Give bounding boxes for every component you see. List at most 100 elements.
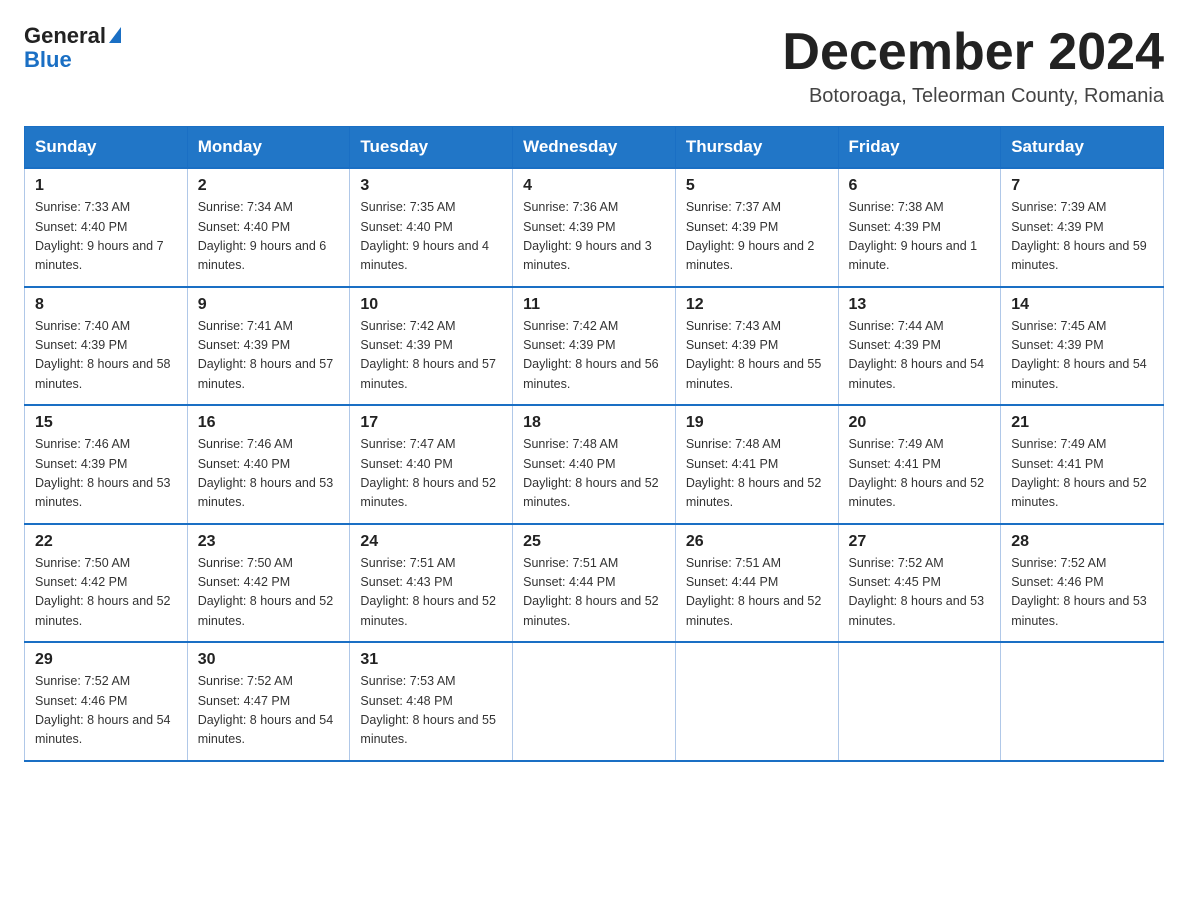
day-info: Sunrise: 7:52 AMSunset: 4:45 PMDaylight:… (849, 556, 985, 628)
logo: General Blue (24, 24, 121, 72)
day-info: Sunrise: 7:47 AMSunset: 4:40 PMDaylight:… (360, 437, 496, 509)
day-number: 29 (35, 651, 177, 669)
day-number: 31 (360, 651, 502, 669)
calendar-cell (838, 642, 1001, 761)
day-number: 17 (360, 414, 502, 432)
calendar-cell: 10 Sunrise: 7:42 AMSunset: 4:39 PMDaylig… (350, 287, 513, 406)
day-info: Sunrise: 7:44 AMSunset: 4:39 PMDaylight:… (849, 319, 985, 391)
calendar-cell: 29 Sunrise: 7:52 AMSunset: 4:46 PMDaylig… (25, 642, 188, 761)
calendar-cell: 2 Sunrise: 7:34 AMSunset: 4:40 PMDayligh… (187, 168, 350, 287)
day-info: Sunrise: 7:48 AMSunset: 4:41 PMDaylight:… (686, 437, 822, 509)
day-number: 20 (849, 414, 991, 432)
day-info: Sunrise: 7:41 AMSunset: 4:39 PMDaylight:… (198, 319, 334, 391)
calendar-cell (513, 642, 676, 761)
calendar-cell: 14 Sunrise: 7:45 AMSunset: 4:39 PMDaylig… (1001, 287, 1164, 406)
weekday-header-tuesday: Tuesday (350, 127, 513, 169)
day-info: Sunrise: 7:50 AMSunset: 4:42 PMDaylight:… (198, 556, 334, 628)
day-info: Sunrise: 7:35 AMSunset: 4:40 PMDaylight:… (360, 200, 489, 272)
weekday-header-monday: Monday (187, 127, 350, 169)
calendar-cell (675, 642, 838, 761)
calendar-cell: 3 Sunrise: 7:35 AMSunset: 4:40 PMDayligh… (350, 168, 513, 287)
day-number: 4 (523, 177, 665, 195)
day-info: Sunrise: 7:51 AMSunset: 4:43 PMDaylight:… (360, 556, 496, 628)
day-info: Sunrise: 7:37 AMSunset: 4:39 PMDaylight:… (686, 200, 815, 272)
calendar-cell: 22 Sunrise: 7:50 AMSunset: 4:42 PMDaylig… (25, 524, 188, 643)
day-info: Sunrise: 7:52 AMSunset: 4:46 PMDaylight:… (35, 674, 171, 746)
day-number: 15 (35, 414, 177, 432)
day-info: Sunrise: 7:48 AMSunset: 4:40 PMDaylight:… (523, 437, 659, 509)
calendar-cell: 31 Sunrise: 7:53 AMSunset: 4:48 PMDaylig… (350, 642, 513, 761)
day-info: Sunrise: 7:49 AMSunset: 4:41 PMDaylight:… (1011, 437, 1147, 509)
calendar-cell: 5 Sunrise: 7:37 AMSunset: 4:39 PMDayligh… (675, 168, 838, 287)
day-number: 11 (523, 296, 665, 314)
day-number: 1 (35, 177, 177, 195)
day-number: 25 (523, 533, 665, 551)
day-info: Sunrise: 7:42 AMSunset: 4:39 PMDaylight:… (360, 319, 496, 391)
weekday-header-wednesday: Wednesday (513, 127, 676, 169)
calendar-table: SundayMondayTuesdayWednesdayThursdayFrid… (24, 126, 1164, 762)
calendar-cell: 16 Sunrise: 7:46 AMSunset: 4:40 PMDaylig… (187, 405, 350, 524)
day-info: Sunrise: 7:51 AMSunset: 4:44 PMDaylight:… (523, 556, 659, 628)
calendar-cell (1001, 642, 1164, 761)
calendar-cell: 26 Sunrise: 7:51 AMSunset: 4:44 PMDaylig… (675, 524, 838, 643)
weekday-header-row: SundayMondayTuesdayWednesdayThursdayFrid… (25, 127, 1164, 169)
page-header: General Blue December 2024 Botoroaga, Te… (24, 24, 1164, 108)
title-block: December 2024 Botoroaga, Teleorman Count… (782, 24, 1164, 108)
day-number: 9 (198, 296, 340, 314)
calendar-cell: 1 Sunrise: 7:33 AMSunset: 4:40 PMDayligh… (25, 168, 188, 287)
calendar-week-row: 29 Sunrise: 7:52 AMSunset: 4:46 PMDaylig… (25, 642, 1164, 761)
calendar-cell: 8 Sunrise: 7:40 AMSunset: 4:39 PMDayligh… (25, 287, 188, 406)
weekday-header-friday: Friday (838, 127, 1001, 169)
weekday-header-saturday: Saturday (1001, 127, 1164, 169)
day-info: Sunrise: 7:39 AMSunset: 4:39 PMDaylight:… (1011, 200, 1147, 272)
calendar-cell: 28 Sunrise: 7:52 AMSunset: 4:46 PMDaylig… (1001, 524, 1164, 643)
day-number: 12 (686, 296, 828, 314)
day-info: Sunrise: 7:40 AMSunset: 4:39 PMDaylight:… (35, 319, 171, 391)
day-number: 10 (360, 296, 502, 314)
calendar-cell: 12 Sunrise: 7:43 AMSunset: 4:39 PMDaylig… (675, 287, 838, 406)
weekday-header-thursday: Thursday (675, 127, 838, 169)
day-info: Sunrise: 7:43 AMSunset: 4:39 PMDaylight:… (686, 319, 822, 391)
day-number: 8 (35, 296, 177, 314)
location-title: Botoroaga, Teleorman County, Romania (782, 85, 1164, 108)
calendar-cell: 20 Sunrise: 7:49 AMSunset: 4:41 PMDaylig… (838, 405, 1001, 524)
calendar-week-row: 1 Sunrise: 7:33 AMSunset: 4:40 PMDayligh… (25, 168, 1164, 287)
calendar-cell: 27 Sunrise: 7:52 AMSunset: 4:45 PMDaylig… (838, 524, 1001, 643)
month-title: December 2024 (782, 24, 1164, 81)
day-number: 28 (1011, 533, 1153, 551)
calendar-week-row: 15 Sunrise: 7:46 AMSunset: 4:39 PMDaylig… (25, 405, 1164, 524)
logo-blue-text: Blue (24, 48, 72, 72)
day-number: 22 (35, 533, 177, 551)
calendar-cell: 30 Sunrise: 7:52 AMSunset: 4:47 PMDaylig… (187, 642, 350, 761)
calendar-cell: 19 Sunrise: 7:48 AMSunset: 4:41 PMDaylig… (675, 405, 838, 524)
day-number: 24 (360, 533, 502, 551)
calendar-cell: 18 Sunrise: 7:48 AMSunset: 4:40 PMDaylig… (513, 405, 676, 524)
day-number: 5 (686, 177, 828, 195)
calendar-cell: 4 Sunrise: 7:36 AMSunset: 4:39 PMDayligh… (513, 168, 676, 287)
day-info: Sunrise: 7:50 AMSunset: 4:42 PMDaylight:… (35, 556, 171, 628)
day-info: Sunrise: 7:46 AMSunset: 4:39 PMDaylight:… (35, 437, 171, 509)
calendar-cell: 9 Sunrise: 7:41 AMSunset: 4:39 PMDayligh… (187, 287, 350, 406)
day-info: Sunrise: 7:34 AMSunset: 4:40 PMDaylight:… (198, 200, 327, 272)
calendar-cell: 23 Sunrise: 7:50 AMSunset: 4:42 PMDaylig… (187, 524, 350, 643)
day-info: Sunrise: 7:36 AMSunset: 4:39 PMDaylight:… (523, 200, 652, 272)
calendar-cell: 24 Sunrise: 7:51 AMSunset: 4:43 PMDaylig… (350, 524, 513, 643)
calendar-cell: 17 Sunrise: 7:47 AMSunset: 4:40 PMDaylig… (350, 405, 513, 524)
weekday-header-sunday: Sunday (25, 127, 188, 169)
logo-triangle-icon (109, 27, 121, 43)
day-number: 21 (1011, 414, 1153, 432)
day-info: Sunrise: 7:38 AMSunset: 4:39 PMDaylight:… (849, 200, 978, 272)
day-info: Sunrise: 7:46 AMSunset: 4:40 PMDaylight:… (198, 437, 334, 509)
day-info: Sunrise: 7:52 AMSunset: 4:46 PMDaylight:… (1011, 556, 1147, 628)
calendar-cell: 25 Sunrise: 7:51 AMSunset: 4:44 PMDaylig… (513, 524, 676, 643)
day-number: 3 (360, 177, 502, 195)
calendar-cell: 11 Sunrise: 7:42 AMSunset: 4:39 PMDaylig… (513, 287, 676, 406)
day-number: 7 (1011, 177, 1153, 195)
calendar-cell: 15 Sunrise: 7:46 AMSunset: 4:39 PMDaylig… (25, 405, 188, 524)
calendar-cell: 6 Sunrise: 7:38 AMSunset: 4:39 PMDayligh… (838, 168, 1001, 287)
day-number: 18 (523, 414, 665, 432)
calendar-week-row: 8 Sunrise: 7:40 AMSunset: 4:39 PMDayligh… (25, 287, 1164, 406)
logo-general-text: General (24, 24, 106, 48)
day-info: Sunrise: 7:45 AMSunset: 4:39 PMDaylight:… (1011, 319, 1147, 391)
day-info: Sunrise: 7:51 AMSunset: 4:44 PMDaylight:… (686, 556, 822, 628)
